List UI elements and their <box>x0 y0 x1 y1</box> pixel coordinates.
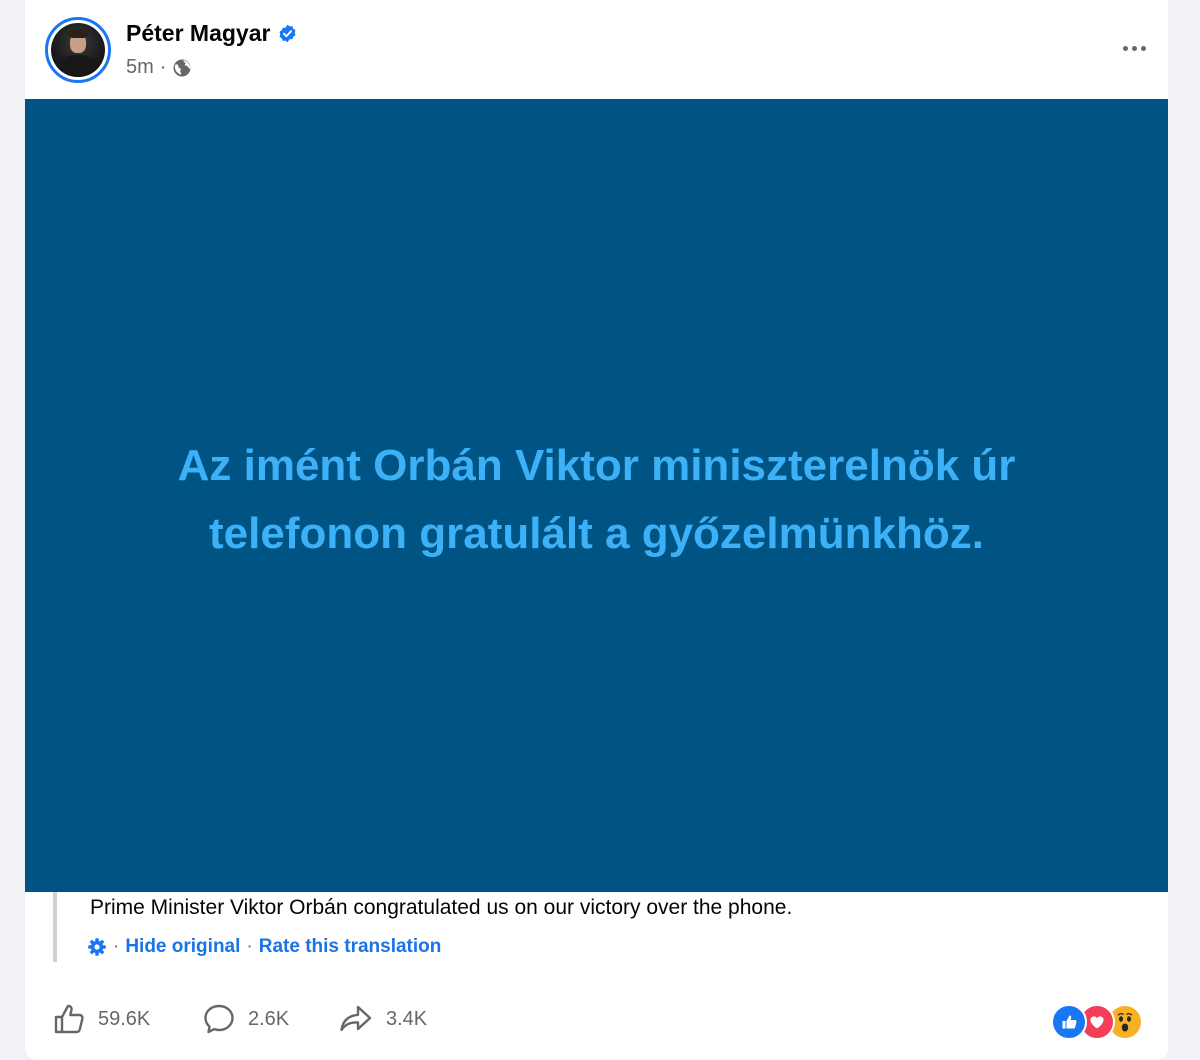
link-separator: · <box>113 936 120 957</box>
translation-links: · Hide original · Rate this translation <box>87 936 441 958</box>
post-image[interactable]: Az imént Orbán Viktor miniszterelnök úr … <box>25 99 1168 892</box>
post-timestamp[interactable]: 5m <box>126 56 154 79</box>
hide-original-link[interactable]: Hide original <box>125 936 240 958</box>
author-avatar[interactable] <box>45 17 111 83</box>
like-count: 59.6K <box>98 1007 151 1030</box>
post-card: Péter Magyar 5m · Az imént Orbán Viktor … <box>25 0 1168 1060</box>
gear-icon[interactable] <box>87 937 107 957</box>
avatar-photo <box>51 23 105 77</box>
share-arrow-icon <box>338 1002 374 1036</box>
rate-translation-link[interactable]: Rate this translation <box>259 936 442 958</box>
more-options-icon[interactable] <box>1114 30 1154 66</box>
share-button[interactable]: 3.4K <box>338 1002 427 1036</box>
like-button[interactable]: 59.6K <box>52 1002 150 1036</box>
post-meta: 5m · <box>126 56 192 79</box>
post-actions: 59.6K 2.6K 3.4K <box>25 990 1168 1054</box>
post-image-text: Az imént Orbán Viktor miniszterelnök úr … <box>177 440 1016 558</box>
author-name[interactable]: Péter Magyar <box>126 20 270 47</box>
like-reaction-icon <box>1051 1004 1087 1040</box>
globe-icon <box>172 58 192 78</box>
post-header: Péter Magyar 5m · <box>25 0 1168 99</box>
share-count: 3.4K <box>386 1007 428 1030</box>
comment-count: 2.6K <box>248 1007 290 1030</box>
translated-text: Prime Minister Viktor Orbán congratulate… <box>90 896 793 919</box>
thumbs-up-icon <box>52 1002 86 1036</box>
translation-block: Prime Minister Viktor Orbán congratulate… <box>53 892 1053 962</box>
verified-badge-icon <box>278 24 297 43</box>
comment-bubble-icon <box>202 1002 236 1036</box>
author-row: Péter Magyar <box>126 20 297 47</box>
comment-button[interactable]: 2.6K <box>202 1002 289 1036</box>
reaction-summary[interactable] <box>1051 1004 1146 1040</box>
link-separator: · <box>246 936 253 957</box>
meta-separator: · <box>159 56 167 78</box>
